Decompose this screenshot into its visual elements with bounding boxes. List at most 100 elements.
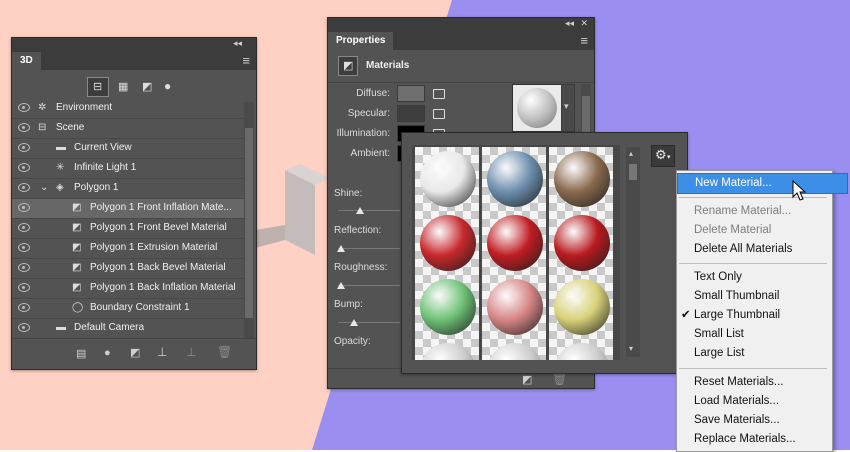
material-thumbnail[interactable] — [549, 211, 613, 275]
menu-item[interactable]: New Material... — [677, 173, 848, 194]
mesh-add-icon[interactable]: ▤ — [76, 347, 86, 360]
light-filter-icon[interactable]: ● — [164, 79, 171, 93]
material-thumbnail[interactable] — [482, 147, 546, 211]
constraint-add-icon[interactable]: ⊥ — [186, 345, 196, 359]
render-icon[interactable]: ◩ — [522, 373, 532, 386]
tab-3d[interactable]: 3D — [12, 52, 41, 70]
material-thumbnail[interactable] — [549, 339, 613, 360]
bump-track[interactable] — [338, 322, 400, 323]
scroll-thumb[interactable] — [582, 96, 590, 136]
drop-to-ground-icon[interactable]: ⊥ — [157, 345, 167, 359]
picker-scrollbar[interactable]: ▴ ▾ — [626, 147, 640, 357]
layer-scrollbar[interactable] — [244, 102, 254, 338]
scroll-down-icon[interactable]: ▾ — [629, 344, 633, 353]
layer-row[interactable]: ⌄ ◈ Polygon 1 — [12, 178, 252, 198]
layer-row[interactable]: ✲ Environment — [12, 102, 252, 118]
panel-menu-icon[interactable]: ≡ — [580, 33, 588, 48]
specular-folder-icon[interactable] — [433, 109, 445, 119]
visibility-eye-icon[interactable] — [18, 163, 30, 172]
tab-properties[interactable]: Properties — [328, 32, 394, 50]
layer-row[interactable]: ▬ Current View — [12, 138, 252, 158]
trash-icon[interactable]: 🗑 — [217, 345, 232, 359]
menu-item[interactable]: Delete All Materials — [677, 240, 846, 259]
panel-menu-icon[interactable]: ≡ — [242, 53, 250, 68]
menu-item[interactable]: Reset Materials... — [677, 373, 846, 392]
menu-item[interactable]: Large List — [677, 344, 846, 363]
menu-item[interactable]: Small Thumbnail — [677, 287, 846, 306]
picker-settings-button[interactable]: ⚙ ▾ — [651, 145, 675, 167]
visibility-eye-icon[interactable] — [18, 123, 30, 132]
material-thumbnail[interactable] — [415, 147, 479, 211]
glass-sphere — [420, 343, 476, 360]
scene-icon: ⊟ — [38, 122, 47, 133]
scroll-thumb[interactable] — [629, 164, 637, 180]
menu-item[interactable]: Small List — [677, 325, 846, 344]
material-thumbnail[interactable] — [482, 339, 546, 360]
render-icon[interactable]: ◩ — [130, 346, 140, 359]
layer-row[interactable]: ▬ Default Camera — [12, 318, 252, 338]
chevron-down-icon: ▾ — [667, 154, 671, 161]
scroll-up-icon[interactable]: ▴ — [629, 149, 633, 158]
menu-item[interactable]: Delete Material — [677, 221, 846, 240]
layer-row[interactable]: ✳ Infinite Light 1 — [12, 158, 252, 178]
material-picker-dropdown[interactable]: ▾ — [561, 84, 575, 132]
close-icon[interactable]: ✕ — [580, 18, 588, 29]
visibility-eye-icon[interactable] — [18, 143, 30, 152]
visibility-eye-icon[interactable] — [18, 323, 30, 332]
layer-row[interactable]: ◩ Polygon 1 Front Bevel Material — [12, 218, 252, 238]
material-preview[interactable] — [512, 84, 562, 132]
filter-scene-button[interactable]: ⊟ — [87, 77, 109, 97]
visibility-eye-icon[interactable] — [18, 243, 30, 252]
roughness-track[interactable] — [338, 285, 400, 286]
visibility-eye-icon[interactable] — [18, 203, 30, 212]
expand-chevron-icon[interactable]: ⌄ — [40, 182, 48, 193]
diffuse-swatch[interactable] — [397, 85, 425, 102]
specular-swatch[interactable] — [397, 105, 425, 122]
light-add-icon[interactable]: ● — [104, 347, 111, 359]
menu-item[interactable]: Large Thumbnail ✔ — [677, 306, 846, 325]
collapse-icon[interactable]: ◂◂ — [565, 18, 574, 29]
layer-row[interactable]: ◩ Polygon 1 Extrusion Material — [12, 238, 252, 258]
visibility-eye-icon[interactable] — [18, 183, 30, 192]
material-icon: ◩ — [343, 60, 354, 72]
layer-label: Polygon 1 — [74, 182, 119, 193]
mesh-filter-icon[interactable]: ▦ — [118, 80, 128, 93]
layer-row[interactable]: ◩ Polygon 1 Front Inflation Mate... — [12, 198, 252, 218]
shine-slider-knob[interactable] — [355, 207, 364, 214]
reflection-slider-knob[interactable] — [337, 245, 346, 252]
material-thumbnail[interactable] — [415, 275, 479, 339]
layer-row[interactable]: ⊟ Scene — [12, 118, 252, 138]
menu-item[interactable]: Save Materials... — [677, 411, 846, 430]
scroll-thumb[interactable] — [245, 128, 253, 318]
visibility-eye-icon[interactable] — [18, 263, 30, 272]
menu-item[interactable]: Rename Material... — [677, 202, 846, 221]
gear-icon: ⚙ — [655, 147, 667, 162]
layer-row[interactable]: ◯ Boundary Constraint 1 — [12, 298, 252, 318]
visibility-eye-icon[interactable] — [18, 103, 30, 112]
diffuse-folder-icon[interactable] — [433, 89, 445, 99]
menu-item-label: Text Only — [694, 271, 742, 283]
visibility-eye-icon[interactable] — [18, 283, 30, 292]
menu-item[interactable]: Load Materials... — [677, 392, 846, 411]
layer-label: Current View — [74, 142, 132, 153]
menu-item[interactable]: Text Only — [677, 268, 846, 287]
visibility-eye-icon[interactable] — [18, 223, 30, 232]
menu-item[interactable]: Replace Materials... — [677, 430, 846, 449]
material-thumbnail[interactable] — [415, 339, 479, 360]
bump-slider-knob[interactable] — [349, 319, 358, 326]
roughness-slider-knob[interactable] — [337, 282, 346, 289]
trash-icon[interactable]: 🗑 — [552, 372, 567, 386]
shine-track[interactable] — [338, 210, 400, 211]
material-filter-icon[interactable]: ◩ — [142, 80, 152, 93]
layer-row[interactable]: ◩ Polygon 1 Back Inflation Material — [12, 278, 252, 298]
material-thumbnail[interactable] — [415, 211, 479, 275]
material-thumbnail[interactable] — [482, 275, 546, 339]
collapse-icon[interactable]: ◂◂ — [233, 38, 242, 49]
layer-row[interactable]: ◩ Polygon 1 Back Bevel Material — [12, 258, 252, 278]
material-thumbnail[interactable] — [549, 275, 613, 339]
visibility-eye-icon[interactable] — [18, 303, 30, 312]
reflection-track[interactable] — [338, 248, 400, 249]
material-thumbnail[interactable] — [482, 211, 546, 275]
materials-tab-icon[interactable]: ◩ — [338, 56, 358, 76]
material-thumbnail[interactable] — [549, 147, 613, 211]
